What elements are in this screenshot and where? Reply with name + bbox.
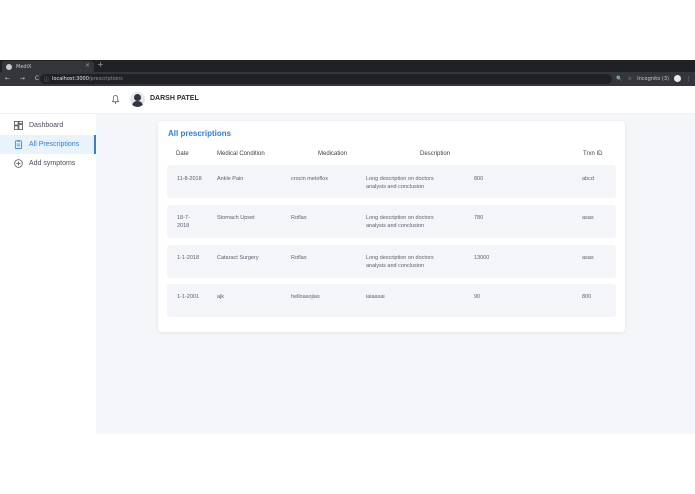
cell-condition: Stomach Upset (217, 215, 255, 221)
address-bar[interactable]: ⓘ localhost:3000 /prescriptions (40, 74, 612, 84)
cell-amount: 780 (474, 215, 484, 221)
main-content: All prescriptions Date Medical Condition… (96, 114, 695, 434)
app-root: DARSH PATEL Dashboard All Prescriptions (0, 86, 695, 434)
column-header-description: Description (420, 151, 451, 157)
cell-description: Long description on doctors analysis and… (366, 176, 434, 190)
sidebar-item-dashboard[interactable]: Dashboard (0, 116, 96, 135)
cell-amount: 800 (474, 176, 484, 182)
cell-amount: 90 (474, 294, 481, 300)
sidebar-item-label: Add symptoms (29, 160, 76, 167)
cell-trxn-id: abcd (582, 176, 594, 182)
avatar[interactable] (130, 92, 145, 107)
cell-date: 18-7-2018 (177, 215, 190, 229)
page-title: All prescriptions (168, 129, 232, 138)
sidebar: Dashboard All Prescriptions Add symptoms (0, 114, 96, 434)
dashboard-icon (14, 121, 23, 130)
table-row[interactable]: 1-1-2001 ajk helloasojias iaiaasai 90 80… (167, 284, 616, 317)
cell-condition: Ankle Pain (217, 176, 244, 182)
table-row[interactable]: 18-7-2018 Stomach Upset Roflax Long desc… (167, 205, 616, 238)
incognito-icon[interactable] (674, 75, 681, 82)
cell-amount: 13000 (474, 255, 490, 261)
column-header-condition: Medical Condition (217, 151, 265, 157)
tab-close-icon[interactable]: × (85, 62, 90, 69)
cell-description: Long description on doctors analysis and… (366, 255, 434, 269)
column-header-medication: Medication (318, 151, 348, 157)
tab-title: MediX (16, 63, 32, 70)
browser-actions: 🔍 ☆ Incognito (3) ⋮ (616, 75, 691, 82)
cell-date: 11-8-2018 (177, 176, 202, 182)
notification-bell-icon[interactable] (112, 95, 119, 104)
url-path: /prescriptions (88, 76, 123, 82)
star-icon[interactable]: ☆ (628, 76, 632, 82)
menu-icon[interactable]: ⋮ (686, 76, 691, 82)
table-row[interactable]: 1-1-2018 Cataract Surgery Roflax Long de… (167, 245, 616, 278)
favicon-icon (6, 63, 12, 70)
cell-condition: ajk (217, 294, 225, 300)
sidebar-item-add-symptoms[interactable]: Add symptoms (0, 154, 96, 173)
column-header-date: Date (176, 151, 189, 157)
clipboard-icon (14, 140, 23, 149)
info-icon: ⓘ (44, 76, 50, 83)
cell-date: 1-1-2018 (177, 255, 200, 261)
page-top-margin (0, 0, 695, 60)
cell-date: 1-1-2001 (177, 294, 200, 300)
sidebar-item-label: All Prescriptions (29, 141, 80, 148)
plus-circle-icon (14, 159, 23, 168)
prescriptions-card: All prescriptions Date Medical Condition… (158, 121, 625, 332)
cell-trxn-id: asas (582, 255, 594, 261)
incognito-label: Incognito (3) (637, 75, 669, 82)
cell-medication: Roflax (291, 255, 307, 261)
cell-description: Long description on doctors analysis and… (366, 215, 434, 229)
navigation-icons[interactable]: ← → C (5, 75, 43, 82)
url-host: localhost:3000 (52, 76, 89, 82)
cell-condition: Cataract Surgery (217, 255, 259, 261)
sidebar-item-all-prescriptions[interactable]: All Prescriptions (0, 135, 96, 154)
cell-medication: crocin metoflox (291, 176, 328, 182)
cell-trxn-id: 800 (582, 294, 592, 300)
new-tab-button[interactable]: + (97, 60, 104, 69)
table-row[interactable]: 11-8-2018 Ankle Pain crocin metoflox Lon… (167, 165, 616, 198)
zoom-icon[interactable]: 🔍 (616, 76, 622, 82)
browser-tab[interactable]: MediX × (2, 61, 94, 72)
cell-trxn-id: asas (582, 215, 594, 221)
cell-description: iaiaasai (366, 294, 385, 300)
page-bottom-margin (0, 434, 695, 494)
top-header: DARSH PATEL (0, 86, 695, 114)
browser-tabbar: MediX × + (0, 60, 695, 72)
sidebar-item-label: Dashboard (29, 122, 64, 129)
user-name[interactable]: DARSH PATEL (150, 95, 199, 102)
browser-toolbar: ← → C ⓘ localhost:3000 /prescriptions 🔍 … (0, 72, 695, 86)
column-header-trxn-id: Trxn ID (583, 151, 603, 157)
cell-medication: helloasojias (291, 294, 320, 300)
cell-medication: Roflax (291, 215, 307, 221)
